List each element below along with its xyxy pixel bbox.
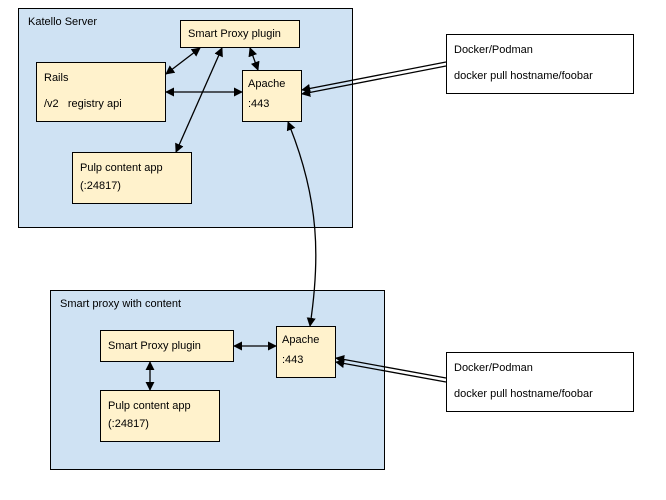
katello-smart-proxy-plugin-label: Smart Proxy plugin [188,28,281,40]
katello-apache-line2: :443 [248,98,269,110]
diagram-stage: Katello Server Smart Proxy plugin Rails … [0,0,666,500]
client2-title: Docker/Podman [454,362,533,374]
proxy-title: Smart proxy with content [60,298,181,310]
proxy-pulp-line2: (:24817) [108,418,149,430]
proxy-pulp-line1: Pulp content app [108,400,191,412]
proxy-pulp [100,390,220,442]
client2-cmd: docker pull hostname/foobar [454,388,593,400]
katello-pulp [72,152,192,204]
katello-pulp-line2: (:24817) [80,180,121,192]
katello-rails-line2: /v2 registry api [44,98,122,110]
proxy-container [50,290,385,470]
katello-title: Katello Server [28,16,97,28]
client1-title: Docker/Podman [454,44,533,56]
client1-box [446,34,634,94]
proxy-smart-proxy-plugin-label: Smart Proxy plugin [108,340,201,352]
proxy-apache-line1: Apache [282,334,319,346]
katello-pulp-line1: Pulp content app [80,162,163,174]
katello-rails-line1: Rails [44,72,68,84]
katello-rails [36,62,166,122]
client2-box [446,352,634,412]
katello-apache-line1: Apache [248,78,285,90]
client1-cmd: docker pull hostname/foobar [454,70,593,82]
proxy-apache-line2: :443 [282,354,303,366]
